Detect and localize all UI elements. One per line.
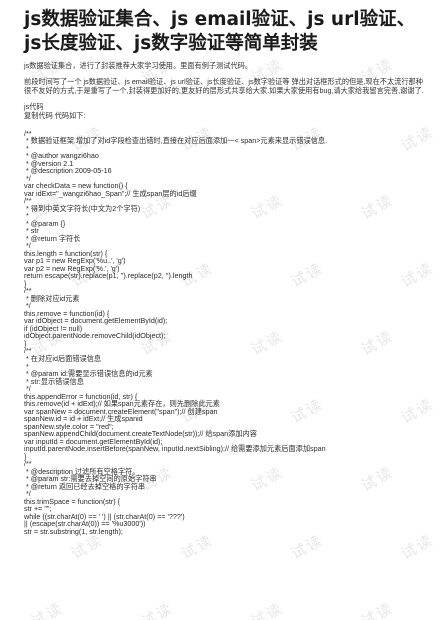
code-line: * 删除对应id元素: [24, 293, 80, 303]
code-line: * @author wangzi6hao: [24, 151, 99, 161]
code-line: }: [24, 451, 27, 461]
code-line: return escape(str).replace(p1, '').repla…: [24, 271, 193, 281]
code-line: }: [24, 338, 27, 348]
code-line: * str:显示错误信息: [24, 376, 84, 386]
code-line: idObject.parentNode.removeChild(idObject…: [24, 331, 166, 341]
code-line: * @param id:需要显示错误信息的id元素: [24, 369, 153, 379]
code-line: str = str.substring(1, str.length);: [24, 526, 123, 536]
watermark-text: 试读: [358, 599, 397, 620]
code-block: /** * 数据验证框架.增加了对id字段检查出错时,直接在对应后面添加一< s…: [24, 129, 424, 536]
watermark-text: 试读: [138, 599, 177, 620]
intro-text: js数据验证集合，进行了封装推荐大家学习使用。里面有例子测试代码。: [24, 61, 253, 70]
code-line: * @return 返回已经去掉空格的字符串: [24, 481, 146, 491]
code-line: * @param {}: [24, 218, 66, 228]
copy-code-link[interactable]: 复制代码 代码如下:: [24, 111, 424, 121]
code-line: this.trimSpace = function(str) {: [24, 496, 121, 506]
code-line: var idExt="_wangzi6hao_Span";// 生成span层的…: [24, 188, 197, 198]
description-paragraph: 前段时间写了一个 js数据验证、js email验证、js url验证、js长度…: [24, 76, 424, 95]
code-line: * 得到中英文字符长(中文为2个字符): [24, 203, 141, 213]
code-line: /**: [24, 286, 32, 296]
code-line: }: [24, 278, 27, 288]
watermark-text: 试读: [248, 599, 287, 620]
document-page: js数据验证集合、js email验证、js url验证、js长度验证、js数字…: [24, 8, 424, 535]
page-title: js数据验证集合、js email验证、js url验证、js长度验证、js数字…: [24, 9, 416, 54]
code-line: * 数据验证框架.增加了对id字段检查出错时,直接在对应后面添加一< span>…: [24, 136, 328, 146]
code-line: var idObject = document.getElementById(i…: [24, 316, 168, 326]
code-line: * 在对应id后面错误信息: [24, 354, 102, 363]
code-line: * @return 字符长: [24, 233, 81, 243]
code-line: * @description 2009-05-16: [24, 166, 112, 176]
watermark-text: 试读: [28, 599, 67, 620]
code-line: *: [24, 211, 29, 221]
code-line: inputId.parentNode.insertBefore(spanNew,…: [24, 444, 326, 454]
code-line: * str: [24, 226, 39, 236]
